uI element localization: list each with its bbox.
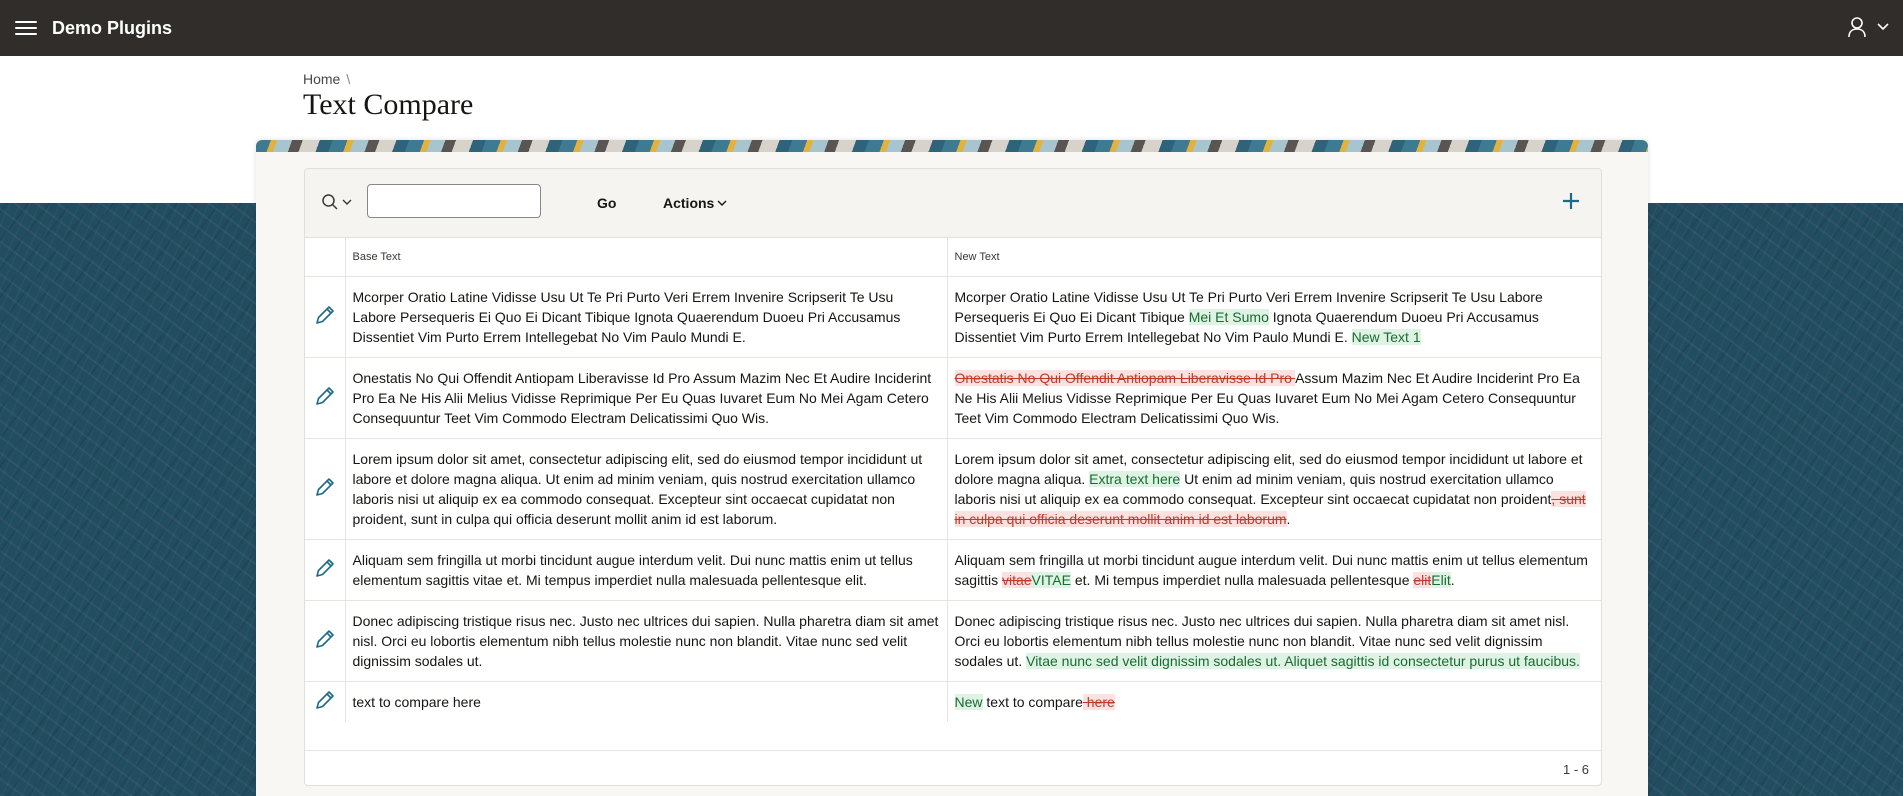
edit-cell [305, 681, 345, 722]
new-text-cell[interactable]: Mcorper Oratio Latine Vidisse Usu Ut Te … [946, 276, 1601, 358]
inserted-text: New [954, 694, 983, 710]
text-segment: . [1450, 572, 1455, 588]
inserted-text: Mei Et Sumo [1188, 309, 1269, 325]
search-column-button[interactable] [321, 193, 352, 211]
text-segment: Onestatis No Qui Offendit Antiopam Liber… [352, 370, 932, 426]
inserted-text: New Text 1 [1351, 329, 1421, 345]
inserted-text: Vitae nunc sed velit dignissim sodales u… [1026, 653, 1580, 669]
text-segment: Lorem ipsum dolor sit amet, consectetur … [352, 451, 923, 527]
new-text-cell[interactable]: New text to compare here [946, 681, 1601, 722]
inserted-text: VITAE [1031, 572, 1071, 588]
text-segment: Donec adipiscing tristique risus nec. Ju… [352, 613, 939, 669]
base-text-cell[interactable]: Mcorper Oratio Latine Vidisse Usu Ut Te … [344, 276, 947, 358]
pagination-range: 1 - 6 [1562, 762, 1589, 777]
search-icon [322, 194, 338, 210]
compare-table: Base Text New Text Mcorper Oratio Latine… [305, 238, 1601, 722]
edit-cell [305, 600, 345, 682]
plus-icon [1563, 193, 1579, 209]
table-row: Lorem ipsum dolor sit amet, consectetur … [305, 438, 1601, 540]
edit-cell [305, 438, 345, 540]
actions-menu-button[interactable]: Actions [663, 195, 727, 211]
pencil-edit-icon [315, 690, 334, 709]
base-text-cell[interactable]: Lorem ipsum dolor sit amet, consectetur … [344, 438, 947, 540]
table-row: Onestatis No Qui Offendit Antiopam Liber… [305, 357, 1601, 439]
app-header: Demo Plugins [0, 0, 1903, 56]
add-row-button[interactable] [1561, 191, 1581, 216]
edit-column-header [305, 238, 345, 277]
breadcrumb-home-link[interactable]: Home [303, 71, 340, 87]
inserted-text: Elit [1431, 572, 1451, 588]
search-input[interactable] [367, 184, 541, 218]
decorative-banner [256, 140, 1648, 152]
chevron-down-icon [1877, 23, 1889, 31]
text-segment: Aliquam sem fringilla ut morbi tincidunt… [352, 552, 913, 588]
pencil-edit-icon [315, 629, 334, 648]
text-segment: . [1286, 511, 1291, 527]
actions-label: Actions [663, 195, 715, 211]
edit-row-button[interactable] [314, 689, 336, 716]
base-text-cell[interactable]: text to compare here [344, 681, 947, 722]
grid-toolbar: Go Actions [305, 169, 1601, 238]
table-row: Mcorper Oratio Latine Vidisse Usu Ut Te … [305, 276, 1601, 358]
deleted-text: here [1082, 694, 1115, 710]
table-row: Donec adipiscing tristique risus nec. Ju… [305, 600, 1601, 682]
new-text-cell[interactable]: Donec adipiscing tristique risus nec. Ju… [946, 600, 1601, 682]
pencil-edit-icon [315, 558, 334, 577]
table-row: text to compare here New text to compare … [305, 681, 1601, 722]
chevron-down-icon [342, 199, 352, 205]
user-icon [1848, 17, 1866, 38]
text-segment: text to compare [982, 694, 1083, 710]
table-header-row: Base Text New Text [305, 238, 1601, 277]
content-region: Go Actions Base Text New Text Mcorper Or… [256, 140, 1648, 796]
base-text-cell[interactable]: Donec adipiscing tristique risus nec. Ju… [344, 600, 947, 682]
edit-cell [305, 276, 345, 358]
hamburger-menu-icon[interactable] [15, 20, 37, 36]
pencil-edit-icon [315, 305, 334, 324]
deleted-text: vitae [1001, 572, 1032, 588]
text-segment: text to compare here [352, 694, 481, 710]
pencil-edit-icon [315, 477, 334, 496]
pencil-edit-icon [315, 386, 334, 405]
base-text-cell[interactable]: Onestatis No Qui Offendit Antiopam Liber… [344, 357, 947, 439]
user-menu-button[interactable] [1847, 16, 1889, 38]
deleted-text: elit [1413, 572, 1432, 588]
new-text-cell[interactable]: Lorem ipsum dolor sit amet, consectetur … [946, 438, 1601, 540]
edit-row-button[interactable] [314, 385, 336, 412]
interactive-grid: Go Actions Base Text New Text Mcorper Or… [304, 168, 1602, 786]
column-header-base-text[interactable]: Base Text [344, 238, 947, 277]
edit-row-button[interactable] [314, 476, 336, 503]
deleted-text: Onestatis No Qui Offendit Antiopam Liber… [954, 370, 1296, 386]
edit-cell [305, 539, 345, 601]
edit-cell [305, 357, 345, 439]
edit-row-button[interactable] [314, 304, 336, 331]
inserted-text: Extra text here [1089, 471, 1181, 487]
new-text-cell[interactable]: Onestatis No Qui Offendit Antiopam Liber… [946, 357, 1601, 439]
column-header-new-text[interactable]: New Text [946, 238, 1601, 277]
page-title: Text Compare [303, 88, 474, 121]
breadcrumb-separator: \ [346, 71, 351, 87]
breadcrumb: Home \ [303, 71, 350, 87]
app-title[interactable]: Demo Plugins [52, 18, 172, 39]
chevron-down-icon [717, 200, 727, 206]
go-button[interactable]: Go [597, 195, 616, 211]
text-segment: Mcorper Oratio Latine Vidisse Usu Ut Te … [352, 289, 901, 345]
text-segment: et. Mi tempus imperdiet nulla malesuada … [1070, 572, 1414, 588]
edit-row-button[interactable] [314, 557, 336, 584]
edit-row-button[interactable] [314, 628, 336, 655]
base-text-cell[interactable]: Aliquam sem fringilla ut morbi tincidunt… [344, 539, 947, 601]
table-row: Aliquam sem fringilla ut morbi tincidunt… [305, 539, 1601, 601]
new-text-cell[interactable]: Aliquam sem fringilla ut morbi tincidunt… [946, 539, 1601, 601]
grid-footer-divider [305, 750, 1601, 751]
